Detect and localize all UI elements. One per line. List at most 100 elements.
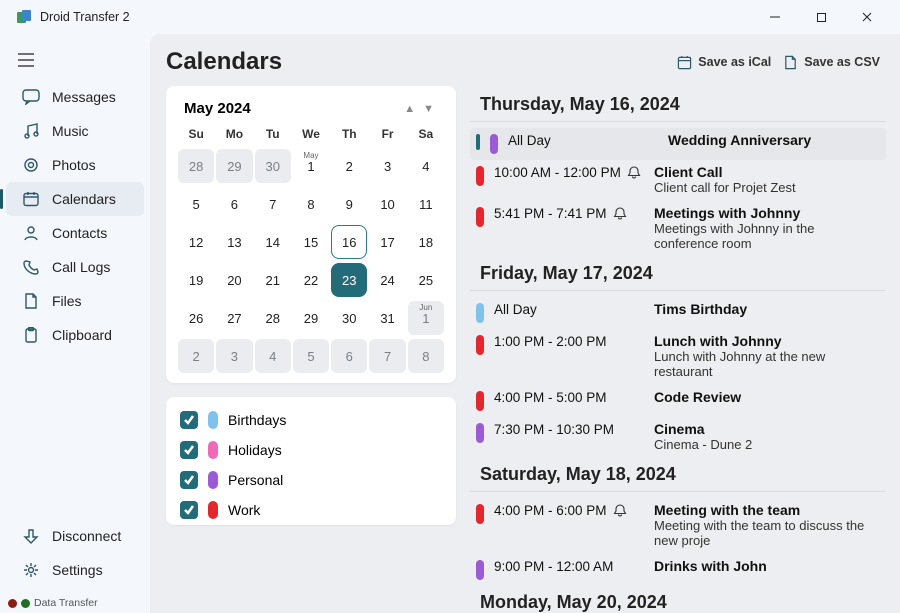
calendar-dow: Su bbox=[178, 127, 214, 145]
calendar-day-cell[interactable]: 7 bbox=[369, 339, 405, 373]
calendar-day-cell[interactable]: 11 bbox=[408, 187, 444, 221]
event-day-header: Friday, May 17, 2024 bbox=[480, 263, 886, 284]
sidebar-bottom-disconnect[interactable]: Disconnect bbox=[6, 519, 144, 553]
event-title: Client Call bbox=[654, 164, 882, 180]
sidebar-item-calendars[interactable]: Calendars bbox=[6, 182, 144, 216]
calendar-day-cell[interactable]: 12 bbox=[178, 225, 214, 259]
save-as-ical-button[interactable]: Save as iCal bbox=[671, 51, 777, 74]
calendar-day-cell[interactable]: 24 bbox=[369, 263, 405, 297]
calendar-day-cell[interactable]: 30 bbox=[255, 149, 291, 183]
event-row[interactable]: 9:00 PM - 12:00 AM Drinks with John bbox=[470, 554, 886, 586]
sidebar-item-photos[interactable]: Photos bbox=[6, 148, 144, 182]
calendar-day-cell[interactable]: 29 bbox=[216, 149, 252, 183]
calendar-day-cell[interactable]: 28 bbox=[255, 301, 291, 335]
status-bar: Data Transfer bbox=[0, 593, 150, 613]
event-title: Code Review bbox=[654, 389, 882, 405]
calendar-day-cell[interactable]: 29 bbox=[293, 301, 329, 335]
calendar-day-cell[interactable]: 8 bbox=[293, 187, 329, 221]
event-row[interactable]: 5:41 PM - 7:41 PM Meetings with Johnny M… bbox=[470, 201, 886, 257]
event-row[interactable]: 1:00 PM - 2:00 PM Lunch with Johnny Lunc… bbox=[470, 329, 886, 385]
calendar-day-cell[interactable]: 8 bbox=[408, 339, 444, 373]
calendar-day-cell[interactable]: 30 bbox=[331, 301, 367, 335]
event-color-pill bbox=[476, 303, 484, 323]
calendar-day-cell[interactable]: 19 bbox=[178, 263, 214, 297]
window-maximize-button[interactable] bbox=[798, 1, 844, 33]
calendar-filter-birthdays[interactable]: Birthdays bbox=[180, 411, 442, 429]
calendar-day-cell[interactable]: 26 bbox=[178, 301, 214, 335]
calendar-dow: Th bbox=[331, 127, 367, 145]
calendar-day-cell[interactable]: 2 bbox=[331, 149, 367, 183]
calendar-day-cell[interactable]: 14 bbox=[255, 225, 291, 259]
save-as-csv-button[interactable]: Save as CSV bbox=[777, 51, 886, 74]
gear-icon bbox=[22, 562, 40, 578]
calendar-next-button[interactable]: ▼ bbox=[419, 103, 438, 115]
calendar-day-cell[interactable]: 21 bbox=[255, 263, 291, 297]
calendar-filter-work[interactable]: Work bbox=[180, 501, 442, 519]
calendar-day-cell[interactable]: May1 bbox=[293, 149, 329, 183]
event-color-pill bbox=[476, 391, 484, 411]
sidebar-item-call-logs[interactable]: Call Logs bbox=[6, 250, 144, 284]
calendar-day-cell[interactable]: 6 bbox=[331, 339, 367, 373]
calendar-day-cell[interactable]: 31 bbox=[369, 301, 405, 335]
calendar-day-cell[interactable]: 10 bbox=[369, 187, 405, 221]
calendar-month-label: May 2024 bbox=[184, 100, 251, 117]
calendar-day-cell[interactable]: 15 bbox=[293, 225, 329, 259]
calendar-day-cell[interactable]: 9 bbox=[331, 187, 367, 221]
event-row[interactable]: All Day Tims Birthday bbox=[470, 297, 886, 329]
calendar-day-cell[interactable]: 16 bbox=[331, 225, 367, 259]
event-row[interactable]: 7:30 PM - 10:30 PM Cinema Cinema - Dune … bbox=[470, 417, 886, 458]
event-color-pill bbox=[476, 423, 484, 443]
color-pill bbox=[208, 411, 218, 429]
separator bbox=[470, 290, 886, 291]
event-description: Cinema - Dune 2 bbox=[654, 437, 882, 452]
sidebar-item-contacts[interactable]: Contacts bbox=[6, 216, 144, 250]
event-row[interactable]: All Day Wedding Anniversary bbox=[470, 128, 886, 160]
calendar-day-cell[interactable]: 23 bbox=[331, 263, 367, 297]
filter-label: Birthdays bbox=[228, 412, 286, 428]
hamburger-button[interactable] bbox=[0, 42, 150, 78]
calendar-day-cell[interactable]: 18 bbox=[408, 225, 444, 259]
sidebar-item-music[interactable]: Music bbox=[6, 114, 144, 148]
calendar-day-cell[interactable]: 17 bbox=[369, 225, 405, 259]
event-color-pill bbox=[490, 134, 498, 154]
separator bbox=[470, 491, 886, 492]
calendar-day-cell[interactable]: 7 bbox=[255, 187, 291, 221]
calendar-filter-personal[interactable]: Personal bbox=[180, 471, 442, 489]
event-time: 5:41 PM - 7:41 PM bbox=[494, 206, 644, 221]
sidebar-item-messages[interactable]: Messages bbox=[6, 80, 144, 114]
calendar-day-cell[interactable]: 28 bbox=[178, 149, 214, 183]
calendar-day-cell[interactable]: 25 bbox=[408, 263, 444, 297]
calendar-day-cell[interactable]: 20 bbox=[216, 263, 252, 297]
calendar-day-cell[interactable]: 3 bbox=[369, 149, 405, 183]
calendar-day-cell[interactable]: Jun1 bbox=[408, 301, 444, 335]
calendar-day-cell[interactable]: 4 bbox=[255, 339, 291, 373]
calendar-day-cell[interactable]: 5 bbox=[178, 187, 214, 221]
event-row[interactable]: 4:00 PM - 6:00 PM Meeting with the team … bbox=[470, 498, 886, 554]
calendar-filter-holidays[interactable]: Holidays bbox=[180, 441, 442, 459]
save-csv-icon bbox=[783, 55, 798, 70]
event-color-pill bbox=[476, 335, 484, 355]
event-row[interactable]: 4:00 PM - 5:00 PM Code Review bbox=[470, 385, 886, 417]
event-color-pill bbox=[476, 504, 484, 524]
calendar-prev-button[interactable]: ▲ bbox=[400, 103, 419, 115]
calendar-day-cell[interactable]: 5 bbox=[293, 339, 329, 373]
filter-label: Personal bbox=[228, 472, 283, 488]
event-row[interactable]: 10:00 AM - 12:00 PM Client Call Client c… bbox=[470, 160, 886, 201]
window-minimize-button[interactable] bbox=[752, 1, 798, 33]
calendar-day-cell[interactable]: 22 bbox=[293, 263, 329, 297]
calendar-day-cell[interactable]: 6 bbox=[216, 187, 252, 221]
calendar-day-cell[interactable]: 27 bbox=[216, 301, 252, 335]
calendar-day-cell[interactable]: 13 bbox=[216, 225, 252, 259]
sidebar-bottom-settings[interactable]: Settings bbox=[6, 553, 144, 587]
calendar-day-cell[interactable]: 4 bbox=[408, 149, 444, 183]
calendar-day-cell[interactable]: 3 bbox=[216, 339, 252, 373]
color-pill bbox=[208, 471, 218, 489]
sidebar-item-files[interactable]: Files bbox=[6, 284, 144, 318]
calendar-day-cell[interactable]: 2 bbox=[178, 339, 214, 373]
window-close-button[interactable] bbox=[844, 1, 890, 33]
sidebar-item-clipboard[interactable]: Clipboard bbox=[6, 318, 144, 352]
page-title: Calendars bbox=[166, 48, 282, 76]
bell-icon bbox=[613, 504, 627, 518]
event-title: Tims Birthday bbox=[654, 301, 882, 317]
event-time: All Day bbox=[494, 302, 644, 317]
